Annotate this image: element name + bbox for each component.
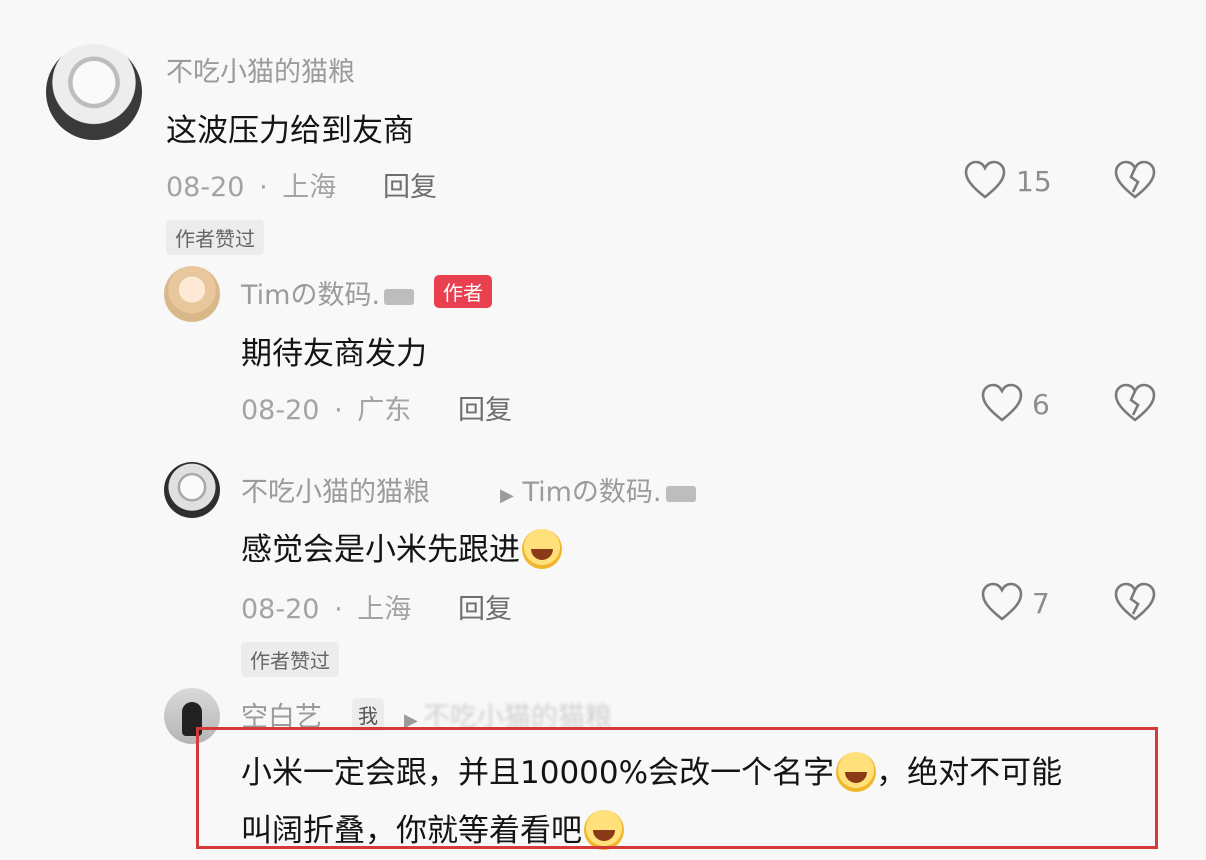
avatar[interactable]	[46, 44, 142, 140]
author-badge: 作者	[434, 275, 492, 308]
grinning-sweat-emoji	[522, 528, 562, 569]
comment-meta: 08-20 · 上海	[166, 165, 336, 204]
like-button[interactable]	[980, 383, 1024, 423]
comment-username[interactable]: 不吃小猫的猫粮	[241, 470, 430, 509]
comment-text: 期待友商发力	[241, 336, 427, 372]
comment-text-body: 感觉会是小米先跟进	[241, 532, 520, 568]
comment-meta: 08-20 · 广东	[241, 388, 411, 427]
reply-to-username: Timの数码.	[522, 477, 662, 508]
comment-text: 这波压力给到友商	[166, 113, 414, 149]
author-liked-badge: 作者赞过	[166, 220, 264, 255]
reply-button[interactable]: 回复	[458, 587, 512, 626]
camera-icon	[384, 288, 415, 305]
comment-username[interactable]: 不吃小猫的猫粮	[166, 50, 355, 89]
avatar[interactable]	[164, 266, 220, 322]
like-button[interactable]	[963, 160, 1007, 200]
reply-to[interactable]: ▶ Timの数码.	[500, 470, 696, 509]
dislike-button[interactable]	[1113, 160, 1157, 200]
like-count: 15	[1016, 165, 1052, 198]
avatar[interactable]	[164, 462, 220, 518]
heart-outline-icon	[981, 582, 1023, 621]
like-button[interactable]	[980, 582, 1024, 622]
comment-location: 上海	[282, 172, 337, 203]
reply-button[interactable]: 回复	[383, 165, 437, 204]
meta-separator: ·	[334, 594, 343, 625]
comment-text: 感觉会是小米先跟进	[241, 524, 562, 572]
meta-separator: ·	[259, 172, 268, 203]
dislike-button[interactable]	[1113, 582, 1157, 622]
author-liked-badge: 作者赞过	[241, 642, 339, 677]
comment-location: 上海	[357, 594, 412, 625]
camera-icon	[665, 485, 696, 502]
reply-button[interactable]: 回复	[458, 388, 512, 427]
like-count: 7	[1032, 587, 1050, 620]
broken-heart-icon	[1114, 383, 1156, 422]
dislike-button[interactable]	[1113, 383, 1157, 423]
comment-date: 08-20	[166, 172, 245, 203]
username-text: Timの数码.	[241, 280, 381, 311]
broken-heart-icon	[1114, 582, 1156, 621]
comment-meta: 08-20 · 上海	[241, 587, 411, 626]
comment-date: 08-20	[241, 594, 320, 625]
heart-outline-icon	[981, 383, 1023, 422]
like-count: 6	[1032, 388, 1050, 421]
comment-date: 08-20	[241, 395, 320, 426]
meta-separator: ·	[334, 395, 343, 426]
reply-arrow-icon: ▶	[500, 485, 514, 506]
comment-location: 广东	[357, 395, 412, 426]
broken-heart-icon	[1114, 160, 1156, 199]
highlight-box	[196, 727, 1158, 849]
comment-username[interactable]: Timの数码.	[241, 273, 415, 312]
heart-outline-icon	[964, 160, 1006, 199]
